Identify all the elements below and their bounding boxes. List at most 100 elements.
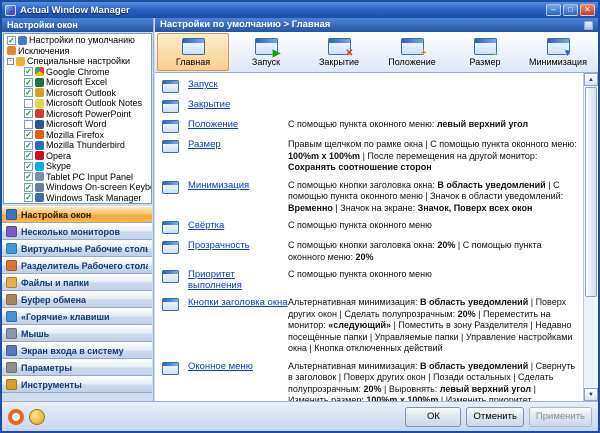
pin-icon[interactable] [584, 21, 593, 30]
cancel-button[interactable]: Отменить [466, 407, 523, 427]
vertical-scrollbar[interactable]: ▲ ▼ [583, 73, 598, 401]
sidebar-item[interactable]: Инструменты [2, 376, 152, 393]
tree-item[interactable]: ✓ Mozilla Thunderbird [5, 140, 151, 151]
checkbox[interactable]: ✓ [24, 193, 33, 202]
tree-item[interactable]: ✓ Microsoft Excel [5, 77, 151, 88]
checkbox[interactable]: ✓ [24, 130, 33, 139]
sidebar-item[interactable]: Настройка окон [2, 206, 152, 223]
sidebar-item[interactable]: Файлы и папки [2, 274, 152, 291]
setting-link[interactable]: Закрытие [188, 99, 288, 110]
app-icon [35, 151, 44, 160]
purchase-icon[interactable] [29, 409, 45, 425]
app-icon [35, 141, 44, 150]
checkbox[interactable]: ✓ [24, 151, 33, 160]
app-icon [7, 46, 16, 55]
scrollbar-track[interactable] [584, 298, 598, 388]
toolbar-tab[interactable]: +Положение [376, 33, 448, 71]
checkbox[interactable] [24, 120, 33, 129]
app-icon [16, 57, 25, 66]
window-icon [162, 241, 179, 254]
toolbar-tab[interactable]: ↔Размер [449, 33, 521, 71]
setting-description: С помощью пункта оконного меню [288, 269, 581, 281]
settings-tree[interactable]: ✓Настройки по умолчаниюИсключения- Специа… [3, 33, 152, 204]
scrollbar-thumb[interactable] [585, 87, 597, 297]
scroll-up-icon[interactable]: ▲ [584, 73, 598, 86]
checkbox[interactable]: ✓ [7, 36, 16, 45]
sidebar-item[interactable]: Мышь [2, 325, 152, 342]
checkbox[interactable]: ✓ [24, 88, 33, 97]
sidebar-item[interactable]: «Горячие» клавиши [2, 308, 152, 325]
checkbox[interactable]: ✓ [24, 141, 33, 150]
tree-item[interactable]: ✓Google Chrome [5, 67, 151, 78]
window-icon [162, 221, 179, 234]
help-icon[interactable] [8, 409, 24, 425]
window-title: Actual Window Manager [20, 5, 544, 16]
app-icon [35, 88, 44, 97]
sidebar-item-label: Файлы и папки [21, 278, 89, 288]
setting-link[interactable]: Положение [188, 119, 288, 130]
sidebar-item[interactable]: Виртуальные Рабочие столы [2, 240, 152, 257]
checkbox[interactable]: ✓ [24, 183, 33, 192]
checkbox[interactable] [24, 99, 33, 108]
sidebar-item-icon [6, 345, 17, 356]
scroll-down-icon[interactable]: ▼ [584, 388, 598, 401]
tree-item-label: Специальные настройки [27, 56, 130, 66]
toolbar-tab[interactable]: ▼Минимизация [522, 33, 594, 71]
ok-button[interactable]: ОК [405, 407, 461, 427]
minimize-icon[interactable]: – [546, 4, 561, 16]
sidebar-item-icon [6, 328, 17, 339]
tree-item[interactable]: ✓Windows Task Manager [5, 193, 151, 204]
sidebar-item-icon [6, 379, 17, 390]
setting-link[interactable]: Прозрачность [188, 240, 288, 251]
sidebar-item[interactable]: Буфер обмена [2, 291, 152, 308]
tree-item-label: Mozilla Thunderbird [46, 140, 125, 150]
checkbox[interactable]: ✓ [24, 172, 33, 181]
setting-link[interactable]: Приоритет выполнения [188, 269, 288, 291]
checkbox[interactable]: ✓ [24, 109, 33, 118]
tree-item[interactable]: ✓Opera [5, 151, 151, 162]
sidebar-item[interactable]: Параметры [2, 359, 152, 376]
settings-row: РазмерПравым щелчком по рамке окна | С п… [162, 136, 581, 177]
tree-item[interactable]: ✓Skype [5, 161, 151, 172]
tab-glyph-icon: ✕ [345, 48, 353, 59]
window-icon [162, 120, 179, 133]
sidebar-item-label: Инструменты [21, 380, 82, 390]
tree-item[interactable]: ✓Microsoft Outlook [5, 88, 151, 99]
toolbar: Главная▶Запуск✕Закрытие+Положение↔Размер… [155, 32, 598, 73]
close-icon[interactable]: ✕ [580, 4, 595, 16]
app-icon [35, 120, 44, 129]
tree-expander-icon[interactable]: - [7, 58, 14, 65]
sidebar-item[interactable]: Разделитель Рабочего стола [2, 257, 152, 274]
titlebar[interactable]: Actual Window Manager – □ ✕ [2, 2, 598, 18]
sidebar-item[interactable]: Несколько мониторов [2, 223, 152, 240]
setting-link[interactable]: Кнопки заголовка окна [188, 297, 288, 308]
tree-item[interactable]: - Специальные настройки [5, 56, 151, 67]
setting-link[interactable]: Минимизация [188, 180, 288, 191]
tree-item[interactable]: ✓Windows On-screen Keyboard [5, 182, 151, 193]
maximize-icon[interactable]: □ [563, 4, 578, 16]
actual-window-manager-window: Actual Window Manager – □ ✕ Настройки ок… [0, 0, 600, 433]
tree-item[interactable]: Исключения [5, 46, 151, 57]
checkbox[interactable]: ✓ [24, 67, 33, 76]
tree-item[interactable]: Microsoft Outlook Notes [5, 98, 151, 109]
sidebar-item[interactable]: Экран входа в систему [2, 342, 152, 359]
tree-item[interactable]: ✓Mozilla Firefox [5, 130, 151, 141]
setting-description: Альтернативная минимизация: В область ув… [288, 361, 581, 402]
sidebar-item-icon [6, 362, 17, 373]
setting-link[interactable]: Свёртка [188, 220, 288, 231]
tree-item[interactable]: ✓Настройки по умолчанию [5, 35, 151, 46]
tab-glyph-icon: + [421, 48, 427, 59]
toolbar-tab[interactable]: ▶Запуск [230, 33, 302, 71]
toolbar-tab[interactable]: Главная [157, 33, 229, 71]
tree-item-label: Microsoft Excel [46, 77, 107, 87]
checkbox[interactable]: ✓ [24, 162, 33, 171]
toolbar-tab[interactable]: ✕Закрытие [303, 33, 375, 71]
tree-item[interactable]: ✓Tablet PC Input Panel [5, 172, 151, 183]
setting-link[interactable]: Размер [188, 139, 288, 150]
tree-item-label: Microsoft Word [46, 119, 106, 129]
setting-link[interactable]: Оконное меню [188, 361, 288, 372]
tree-item[interactable]: ✓Microsoft PowerPoint [5, 109, 151, 120]
checkbox[interactable]: ✓ [24, 78, 33, 87]
tree-item[interactable]: Microsoft Word [5, 119, 151, 130]
setting-link[interactable]: Запуск [188, 79, 288, 90]
